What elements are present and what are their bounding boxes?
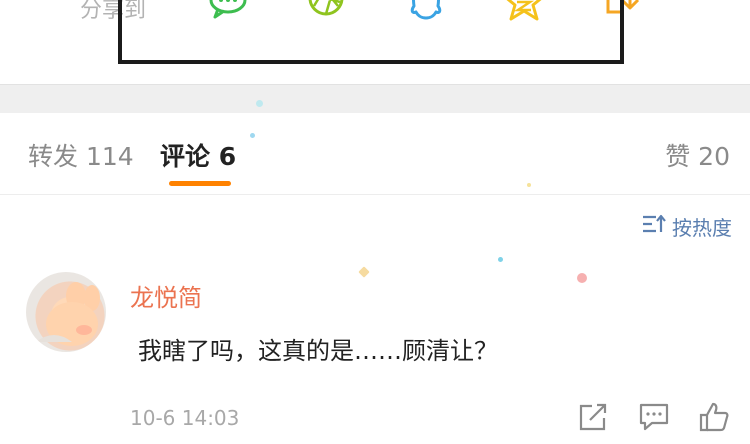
sort-label: 按热度 [672, 216, 732, 240]
tab-likes[interactable]: 赞 20 [665, 137, 730, 173]
tab-repost[interactable]: 转发 114 [28, 137, 134, 173]
comment-tabs: 转发 114 评论 6 赞 20 [0, 112, 750, 195]
avatar[interactable] [26, 272, 106, 352]
share-bar: 分享到 [0, 0, 750, 78]
active-tab-indicator [169, 181, 231, 186]
comment-username[interactable]: 龙悦简 [130, 278, 202, 313]
sparkle-decoration [498, 257, 503, 262]
comment-text: 我瞎了吗，这真的是……顾清让？ [138, 337, 498, 365]
sort-button[interactable]: 按热度 [642, 212, 732, 241]
highlight-box [118, 0, 624, 64]
sparkle-decoration [256, 100, 263, 107]
like-icon[interactable] [698, 402, 730, 432]
section-divider [0, 84, 750, 113]
share-comment-icon[interactable] [578, 402, 610, 432]
comment-item: 龙悦简 我瞎了吗，这真的是……顾清让？ 10-6 14:03 [0, 268, 750, 444]
sort-icon [642, 214, 666, 239]
comment-time: 10-6 14:03 [130, 406, 240, 430]
tab-comments[interactable]: 评论 6 [160, 137, 236, 173]
reply-icon[interactable] [638, 402, 670, 432]
